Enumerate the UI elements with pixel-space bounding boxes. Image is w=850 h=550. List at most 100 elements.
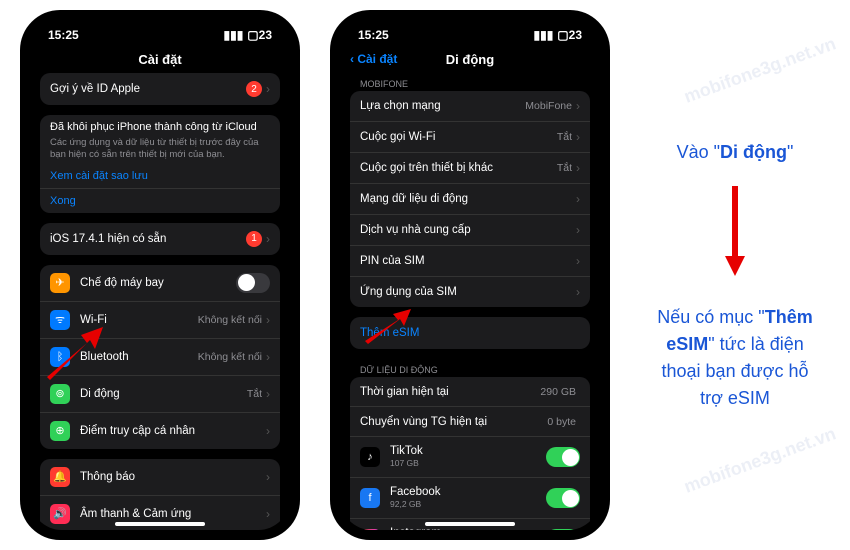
services-row[interactable]: Dịch vụ nhà cung cấp › — [350, 215, 590, 246]
phone-mobile: 15:25 ▮▮▮ ▢23 ‹ Cài đặt Di động MOBIFONE… — [330, 10, 610, 540]
facebook-icon: f — [360, 488, 380, 508]
phone-settings: 15:25 ▮▮▮ ▢23 Cài đặt Gợi ý về ID Apple … — [20, 10, 300, 540]
antenna-icon: ⊚ — [50, 384, 70, 404]
watermark: mobifone3g.net.vn — [681, 423, 839, 497]
back-button[interactable]: ‹ Cài đặt — [350, 52, 397, 66]
status-time: 15:25 — [358, 28, 389, 42]
tiktok-row[interactable]: ♪ TikTok107 GB — [350, 437, 590, 478]
simpin-row[interactable]: PIN của SIM › — [350, 246, 590, 277]
chevron-icon: › — [266, 424, 270, 438]
row-label: Mạng dữ liệu di động — [360, 193, 576, 205]
row-value: Không kết nối — [198, 314, 262, 326]
airplane-mode-row[interactable]: ✈ Chế độ máy bay — [40, 265, 280, 302]
chevron-icon: › — [266, 232, 270, 246]
status-right: ▮▮▮ ▢23 — [533, 28, 582, 42]
wificall-row[interactable]: Cuộc gọi Wi-Fi Tắt › — [350, 122, 590, 153]
speaker-icon: 🔊 — [50, 504, 70, 524]
battery-icon: ▢23 — [247, 28, 272, 42]
chevron-icon: › — [266, 470, 270, 484]
row-label: Ứng dụng của SIM — [360, 286, 576, 298]
row-label: TikTok107 GB — [390, 445, 546, 469]
chevron-icon: › — [266, 82, 270, 96]
watermark: mobifone3g.net.vn — [681, 33, 839, 107]
facebook-row[interactable]: f Facebook92,2 GB — [350, 478, 590, 519]
page-title: ‹ Cài đặt Di động — [340, 46, 600, 73]
row-label: Chế độ máy bay — [80, 277, 236, 289]
mobiledata-row[interactable]: Mạng dữ liệu di động › — [350, 184, 590, 215]
airplane-icon: ✈ — [50, 273, 70, 293]
row-label: Wi-Fi — [80, 314, 198, 326]
status-time: 15:25 — [48, 28, 79, 42]
chevron-icon: › — [266, 350, 270, 364]
add-esim-button[interactable]: Thêm eSIM — [350, 317, 590, 349]
bluetooth-icon: ᛒ — [50, 347, 70, 367]
home-indicator[interactable] — [115, 522, 205, 526]
hotspot-icon: ⊕ — [50, 421, 70, 441]
row-value: Tắt — [557, 162, 572, 174]
row-label: iOS 17.4.1 hiện có sẵn — [50, 233, 246, 245]
signal-icon: ▮▮▮ — [223, 28, 243, 42]
row-label: Điểm truy cập cá nhân — [80, 425, 266, 437]
software-update-row[interactable]: iOS 17.4.1 hiện có sẵn 1 › — [40, 223, 280, 255]
row-label: Bluetooth — [80, 351, 198, 363]
instagram-icon: ◎ — [360, 529, 380, 530]
page-title: Cài đặt — [30, 46, 290, 73]
wifi-row[interactable]: ᯤ Wi-Fi Không kết nối › — [40, 302, 280, 339]
row-label: Cuộc gọi trên thiết bị khác — [360, 162, 557, 174]
row-label: Gợi ý về ID Apple — [50, 83, 246, 95]
chevron-icon: › — [266, 387, 270, 401]
row-label: Facebook92,2 GB — [390, 486, 546, 510]
section-header: DỮ LIỆU DI ĐỘNG — [350, 359, 590, 377]
tiktok-icon: ♪ — [360, 447, 380, 467]
tiktok-toggle[interactable] — [546, 447, 580, 467]
apple-id-suggestion-row[interactable]: Gợi ý về ID Apple 2 › — [40, 73, 280, 105]
mobile-row[interactable]: ⊚ Di động Tắt › — [40, 376, 280, 413]
row-value: Tắt — [247, 388, 262, 400]
facebook-toggle[interactable] — [546, 488, 580, 508]
done-button[interactable]: Xong — [40, 189, 280, 213]
row-value: 0 byte — [547, 416, 576, 428]
badge: 1 — [246, 231, 262, 247]
row-value: Tắt — [557, 131, 572, 143]
status-right: ▮▮▮ ▢23 — [223, 28, 272, 42]
home-indicator[interactable] — [425, 522, 515, 526]
chevron-icon: › — [266, 507, 270, 521]
restore-title: Đã khôi phục iPhone thành công từ iCloud — [40, 121, 280, 133]
backup-settings-link[interactable]: Xem cài đặt sao lưu — [40, 170, 280, 188]
row-label: Thời gian hiện tại — [360, 386, 540, 398]
roaming-row[interactable]: Chuyển vùng TG hiện tại 0 byte — [350, 407, 590, 437]
chevron-icon: › — [576, 254, 580, 268]
instruction-step-1: Vào "Di động" — [650, 139, 820, 166]
chevron-icon: › — [576, 130, 580, 144]
carrier-row[interactable]: Lựa chọn mạng MobiFone › — [350, 91, 590, 122]
airplane-toggle[interactable] — [236, 273, 270, 293]
period-row[interactable]: Thời gian hiện tại 290 GB — [350, 377, 590, 407]
instagram-toggle[interactable] — [546, 529, 580, 530]
notch — [410, 10, 530, 32]
notifications-row[interactable]: 🔔 Thông báo › — [40, 459, 280, 496]
battery-icon: ▢23 — [557, 28, 582, 42]
row-label: Lựa chọn mạng — [360, 100, 525, 112]
otherdev-row[interactable]: Cuộc gọi trên thiết bị khác Tắt › — [350, 153, 590, 184]
wifi-icon: ᯤ — [50, 310, 70, 330]
row-label: Chuyển vùng TG hiện tại — [360, 416, 547, 428]
chevron-icon: › — [266, 313, 270, 327]
instructions-panel: Vào "Di động" Nếu có mục "Thêm eSIM" tức… — [640, 139, 830, 412]
row-label: Thông báo — [80, 471, 266, 483]
row-label: Cuộc gọi Wi-Fi — [360, 131, 557, 143]
row-label: Instagram28,7 GB — [390, 527, 546, 530]
chevron-icon: › — [576, 285, 580, 299]
bluetooth-row[interactable]: ᛒ Bluetooth Không kết nối › — [40, 339, 280, 376]
row-value: MobiFone — [525, 100, 572, 112]
hotspot-row[interactable]: ⊕ Điểm truy cập cá nhân › — [40, 413, 280, 449]
down-arrow-icon — [725, 186, 745, 284]
row-label: Di động — [80, 388, 247, 400]
simapps-row[interactable]: Ứng dụng của SIM › — [350, 277, 590, 307]
bell-icon: 🔔 — [50, 467, 70, 487]
instruction-step-2: Nếu có mục "Thêm eSIM" tức là điện thoại… — [650, 304, 820, 412]
row-label: Dịch vụ nhà cung cấp — [360, 224, 576, 236]
chevron-icon: › — [576, 161, 580, 175]
notch — [100, 10, 220, 32]
badge: 2 — [246, 81, 262, 97]
section-header: MOBIFONE — [350, 73, 590, 91]
